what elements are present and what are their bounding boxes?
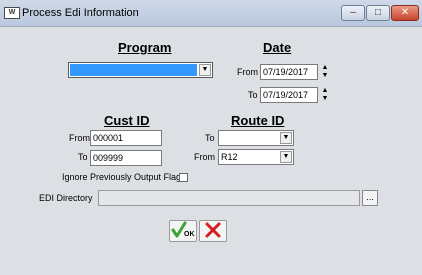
- chevron-down-icon[interactable]: ▼: [280, 151, 292, 163]
- spin-up-icon[interactable]: ▲: [320, 87, 330, 95]
- app-icon[interactable]: W: [4, 7, 20, 19]
- red-x-icon: [205, 222, 221, 238]
- date-from-label: From: [237, 67, 258, 77]
- date-to-spinner[interactable]: ▲ ▼: [320, 87, 330, 103]
- close-icon: ✕: [400, 7, 410, 18]
- date-from-input[interactable]: 07/19/2017: [260, 64, 318, 80]
- route-from-label: From: [194, 152, 215, 162]
- edi-directory-label: EDI Directory: [39, 193, 93, 203]
- cust-id-heading: Cust ID: [104, 113, 150, 128]
- browse-button[interactable]: ...: [362, 190, 378, 206]
- route-to-dropdown[interactable]: ▼: [218, 130, 294, 146]
- route-from-dropdown[interactable]: R12 ▼: [218, 149, 294, 165]
- route-from-value: R12: [221, 152, 238, 162]
- chevron-down-icon[interactable]: ▼: [280, 132, 292, 144]
- minimize-icon: –: [350, 7, 356, 18]
- date-heading: Date: [263, 40, 292, 55]
- spin-up-icon[interactable]: ▲: [320, 64, 330, 72]
- title-bar[interactable]: W Process Edi Information – □ ✕: [0, 0, 422, 27]
- cancel-button[interactable]: [199, 220, 227, 242]
- cust-from-label: From: [69, 133, 90, 143]
- process-edi-window: W Process Edi Information – □ ✕ Program …: [0, 0, 422, 275]
- route-to-label: To: [205, 133, 215, 143]
- ok-button[interactable]: OK: [169, 220, 197, 242]
- maximize-button[interactable]: □: [366, 5, 390, 21]
- ok-label: OK: [184, 231, 195, 238]
- chevron-down-icon[interactable]: ▼: [199, 64, 211, 76]
- spin-down-icon[interactable]: ▼: [320, 72, 330, 80]
- checkmark-icon: OK: [171, 221, 195, 238]
- date-to-input[interactable]: 07/19/2017: [260, 87, 318, 103]
- date-from-spinner[interactable]: ▲ ▼: [320, 64, 330, 80]
- window-title: Process Edi Information: [22, 7, 139, 19]
- route-id-heading: Route ID: [231, 113, 285, 128]
- program-dropdown[interactable]: ▼: [68, 62, 213, 78]
- ignore-flag-label: Ignore Previously Output Flag: [62, 172, 182, 182]
- close-button[interactable]: ✕: [391, 5, 419, 21]
- maximize-icon: □: [374, 7, 382, 18]
- ignore-flag-checkbox[interactable]: [179, 173, 188, 182]
- date-to-label: To: [248, 90, 258, 100]
- program-heading: Program: [118, 40, 172, 55]
- cust-to-label: To: [78, 152, 88, 162]
- program-selection: [70, 64, 197, 76]
- spin-down-icon[interactable]: ▼: [320, 95, 330, 103]
- cust-from-input[interactable]: 000001: [90, 130, 162, 146]
- edi-directory-input[interactable]: [98, 190, 360, 206]
- minimize-button[interactable]: –: [341, 5, 365, 21]
- dialog-body: Program ▼ Date From 07/19/2017 ▲ ▼ To 07…: [0, 27, 422, 275]
- cust-to-input[interactable]: 009999: [90, 150, 162, 166]
